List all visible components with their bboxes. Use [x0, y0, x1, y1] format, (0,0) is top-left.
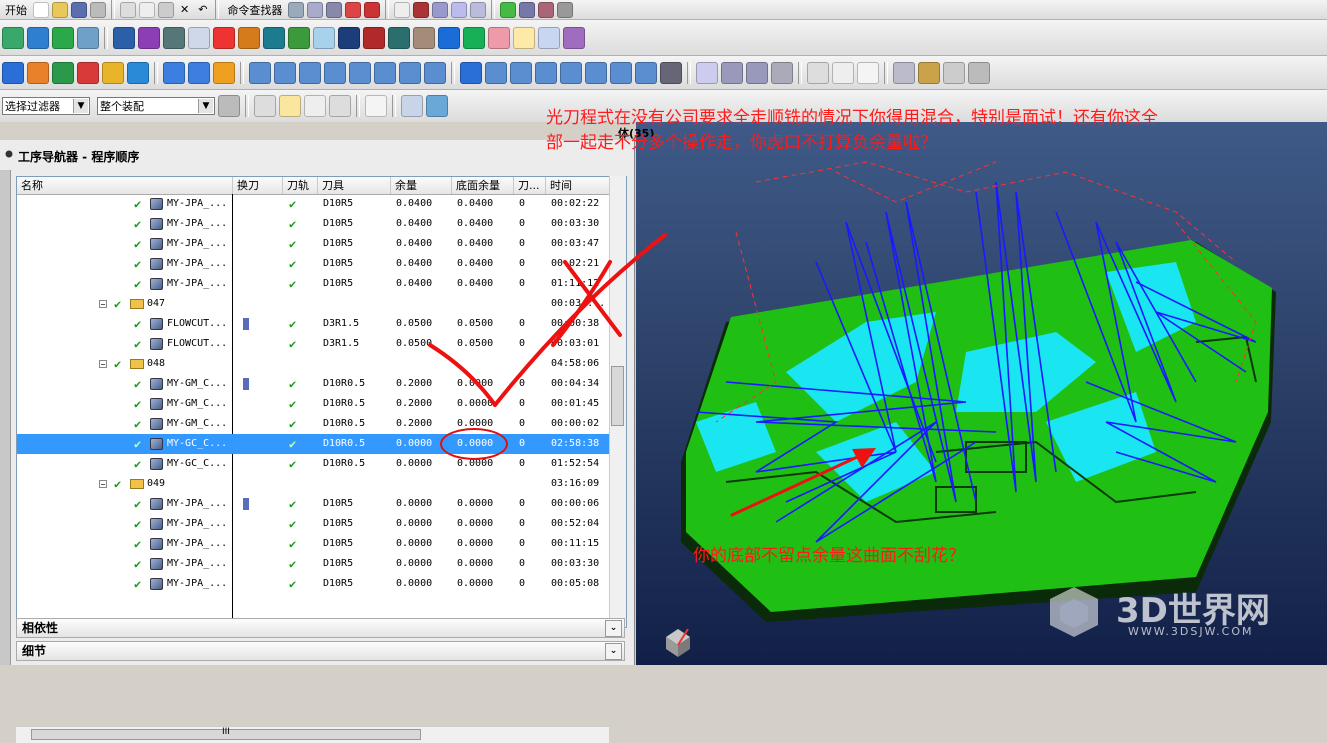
- annotation-marks: [428, 233, 876, 517]
- x-mark-stroke-2: [551, 260, 612, 347]
- check-mark-stroke-2: [493, 233, 667, 407]
- horizontal-scroll-thumb[interactable]: III: [31, 727, 421, 740]
- floor-stock-highlight-circle: [440, 428, 508, 460]
- horizontal-scrollbar[interactable]: III: [16, 726, 609, 743]
- check-mark-stroke-1: [428, 343, 497, 407]
- arrow-line: [730, 450, 870, 517]
